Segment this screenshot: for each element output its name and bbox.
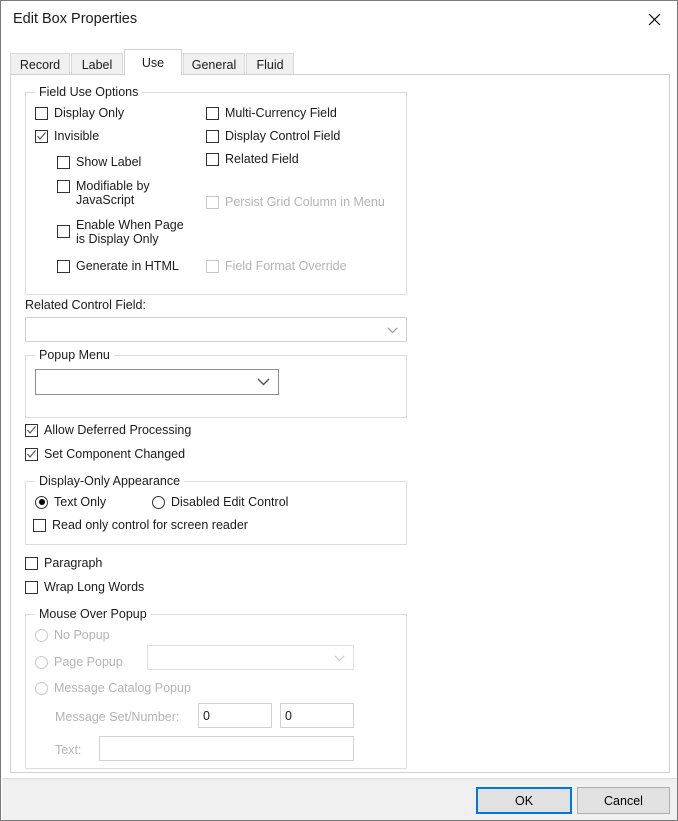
checkbox-label: Wrap Long Words xyxy=(44,580,145,594)
field-use-options-title: Field Use Options xyxy=(35,85,143,99)
checkbox-box xyxy=(25,424,38,437)
checkbox-box xyxy=(25,581,38,594)
checkbox-label: Display Only xyxy=(54,106,125,120)
tab-record[interactable]: Record xyxy=(10,53,70,75)
checkbox-label: Enable When Page is Display Only xyxy=(76,218,184,246)
checkbox-box xyxy=(57,156,70,169)
radio-page-popup: Page Popup xyxy=(35,655,123,669)
checkbox-show-label[interactable]: Show Label xyxy=(57,155,141,169)
checkbox-label: Modifiable by JavaScript xyxy=(76,179,150,207)
chevron-down-icon xyxy=(257,375,270,389)
checkbox-wrap-long-words[interactable]: Wrap Long Words xyxy=(25,580,144,594)
checkbox-modifiable-by-javascript[interactable]: Modifiable by JavaScript xyxy=(57,179,167,207)
related-control-field-combo[interactable] xyxy=(25,317,407,342)
checkbox-box xyxy=(35,130,48,143)
tab-use[interactable]: Use xyxy=(124,49,182,76)
radio-label: No Popup xyxy=(54,628,110,642)
message-number-value: 0 xyxy=(285,708,292,723)
popup-menu-combo[interactable] xyxy=(35,369,279,395)
checkbox-box xyxy=(35,107,48,120)
message-number-input: 0 xyxy=(280,703,354,728)
title-bar: Edit Box Properties xyxy=(1,1,677,38)
radio-no-popup: No Popup xyxy=(35,628,110,642)
message-set-input: 0 xyxy=(198,703,272,728)
ok-button[interactable]: OK xyxy=(476,787,572,814)
checkbox-label: Field Format Override xyxy=(225,259,347,273)
checkbox-label: Invisible xyxy=(54,129,100,143)
radio-circle xyxy=(35,628,48,642)
page-popup-combo xyxy=(147,645,354,670)
checkbox-label: Paragraph xyxy=(44,556,103,570)
checkbox-box xyxy=(206,107,219,120)
popup-menu-title: Popup Menu xyxy=(35,348,114,362)
radio-disabled-edit-control[interactable]: Disabled Edit Control xyxy=(152,495,288,509)
checkbox-persist-grid-column-in-menu: Persist Grid Column in Menu xyxy=(206,195,385,209)
message-set-number-label: Message Set/Number: xyxy=(55,710,180,724)
checkbox-paragraph[interactable]: Paragraph xyxy=(25,556,102,570)
mouse-over-popup-title: Mouse Over Popup xyxy=(35,607,151,621)
checkbox-box xyxy=(25,557,38,570)
checkbox-box xyxy=(25,448,38,461)
checkbox-label: Display Control Field xyxy=(225,129,341,143)
checkbox-box xyxy=(206,196,219,209)
checkbox-label: Read only control for screen reader xyxy=(52,518,248,532)
related-control-field-label: Related Control Field: xyxy=(25,298,146,312)
checkbox-label: Generate in HTML xyxy=(76,259,179,273)
checkbox-box xyxy=(57,260,70,273)
radio-circle xyxy=(152,495,165,509)
window-title: Edit Box Properties xyxy=(13,11,138,27)
checkbox-related-field[interactable]: Related Field xyxy=(206,152,299,166)
edit-box-properties-dialog: Edit Box Properties Record Label Use Gen… xyxy=(0,0,678,821)
checkbox-enable-when-page-is-display-only[interactable]: Enable When Page is Display Only xyxy=(57,218,187,246)
display-only-appearance-title: Display-Only Appearance xyxy=(35,474,185,488)
checkbox-label: Related Field xyxy=(225,152,299,166)
popup-text-input xyxy=(99,736,354,761)
checkbox-label: Show Label xyxy=(76,155,142,169)
checkbox-box xyxy=(206,130,219,143)
tab-label[interactable]: Label xyxy=(71,53,123,75)
checkbox-multi-currency-field[interactable]: Multi-Currency Field xyxy=(206,106,337,120)
checkbox-read-only-control-for-screen-reader[interactable]: Read only control for screen reader xyxy=(33,518,248,532)
checkbox-display-only[interactable]: Display Only xyxy=(35,106,124,120)
checkbox-field-format-override: Field Format Override xyxy=(206,259,347,273)
chevron-down-icon xyxy=(387,323,398,337)
radio-circle xyxy=(35,655,48,669)
display-only-appearance-group xyxy=(25,481,407,545)
radio-label: Text Only xyxy=(54,495,107,509)
chevron-down-icon xyxy=(334,651,345,665)
radio-label: Message Catalog Popup xyxy=(54,681,191,695)
radio-label: Page Popup xyxy=(54,655,123,669)
checkbox-box xyxy=(57,225,70,238)
message-set-value: 0 xyxy=(203,708,210,723)
radio-circle xyxy=(35,681,48,695)
checkbox-label: Multi-Currency Field xyxy=(225,106,337,120)
checkbox-box xyxy=(33,519,46,532)
checkbox-set-component-changed[interactable]: Set Component Changed xyxy=(25,447,185,461)
checkbox-label: Persist Grid Column in Menu xyxy=(225,195,385,209)
radio-circle xyxy=(35,495,48,509)
checkbox-label: Allow Deferred Processing xyxy=(44,423,192,437)
checkbox-label: Set Component Changed xyxy=(44,447,186,461)
checkbox-display-control-field[interactable]: Display Control Field xyxy=(206,129,340,143)
cancel-button[interactable]: Cancel xyxy=(577,787,670,814)
dialog-footer: OK Cancel xyxy=(2,778,677,820)
tab-general[interactable]: General xyxy=(183,53,245,75)
checkbox-box xyxy=(206,260,219,273)
checkbox-invisible[interactable]: Invisible xyxy=(35,129,99,143)
radio-text-only[interactable]: Text Only xyxy=(35,495,106,509)
checkbox-box xyxy=(206,153,219,166)
checkbox-box xyxy=(57,180,70,193)
radio-label: Disabled Edit Control xyxy=(171,495,289,509)
popup-text-label: Text: xyxy=(55,743,82,757)
tab-strip: Record Label Use General Fluid xyxy=(10,49,670,76)
use-tab-panel: Field Use Options Display Only Invisible… xyxy=(10,74,670,773)
radio-message-catalog-popup: Message Catalog Popup xyxy=(35,681,191,695)
close-icon[interactable] xyxy=(632,1,677,37)
checkbox-generate-in-html[interactable]: Generate in HTML xyxy=(57,259,179,273)
tab-fluid[interactable]: Fluid xyxy=(246,53,294,75)
checkbox-allow-deferred-processing[interactable]: Allow Deferred Processing xyxy=(25,423,191,437)
